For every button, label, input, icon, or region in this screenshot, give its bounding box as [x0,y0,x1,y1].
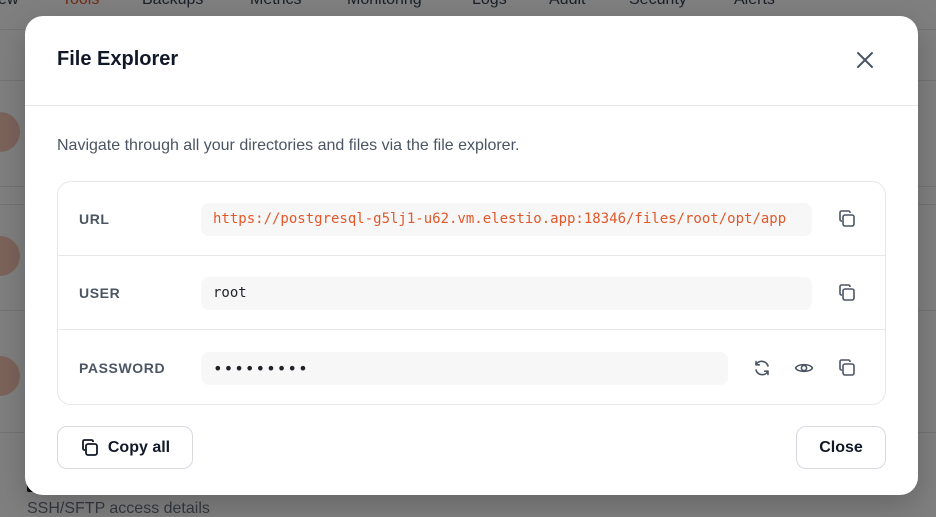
copy-all-button[interactable]: Copy all [57,426,193,469]
password-value[interactable]: ••••••••• [201,352,728,385]
password-label: PASSWORD [79,360,166,376]
user-label: USER [79,285,121,301]
close-label: Close [819,438,863,456]
close-button[interactable]: Close [796,426,886,469]
user-value[interactable]: root [201,277,812,310]
eye-icon[interactable] [792,356,816,380]
url-label: URL [79,211,110,227]
modal-title: File Explorer [57,48,179,70]
credential-row-user: USER root [58,256,885,330]
credential-row-password: PASSWORD ••••••••• [58,331,885,405]
copy-icon [80,438,100,458]
modal-description: Navigate through all your directories an… [57,137,520,154]
url-value[interactable]: https://postgresql-g5lj1-u62.vm.elestio.… [201,203,812,236]
credential-row-url: URL https://postgresql-g5lj1-u62.vm.eles… [58,182,885,256]
close-icon[interactable] [851,46,879,74]
file-explorer-modal: File Explorer Navigate through all your … [25,16,918,495]
modal-header: File Explorer [25,16,918,106]
copy-all-label: Copy all [107,438,171,456]
copy-icon[interactable] [835,356,859,380]
refresh-icon[interactable] [750,356,774,380]
copy-icon[interactable] [835,207,859,231]
copy-icon[interactable] [835,281,859,305]
credentials-panel: URL https://postgresql-g5lj1-u62.vm.eles… [57,181,886,405]
